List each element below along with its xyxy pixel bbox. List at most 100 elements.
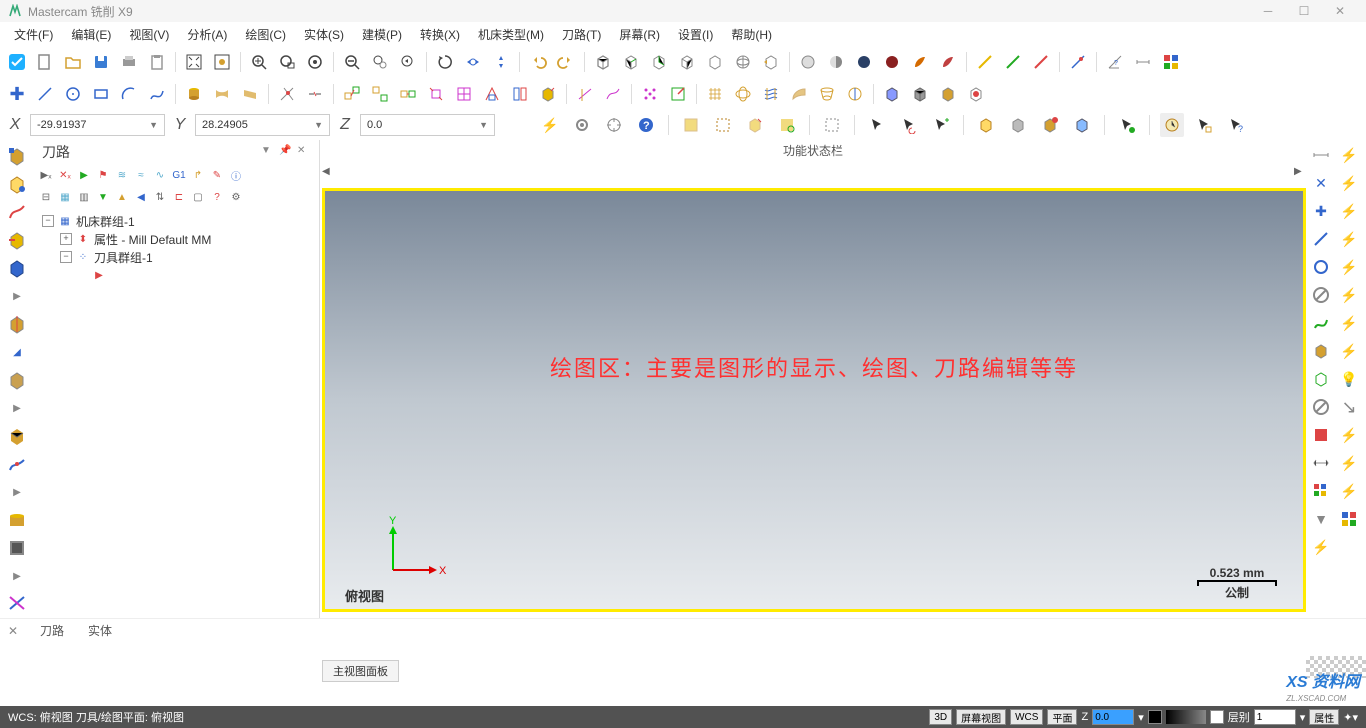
zoom-out-2-icon[interactable] bbox=[368, 50, 392, 74]
rt-circ-icon[interactable] bbox=[1308, 254, 1334, 280]
xform-1-icon[interactable] bbox=[340, 82, 364, 106]
xform-8-icon[interactable] bbox=[536, 82, 560, 106]
xform-3-icon[interactable] bbox=[396, 82, 420, 106]
expander-icon[interactable]: − bbox=[60, 251, 72, 263]
cursor-box-icon[interactable] bbox=[1192, 113, 1216, 137]
cube-2-icon[interactable] bbox=[619, 50, 643, 74]
sb-attr-button[interactable]: 属性 bbox=[1309, 709, 1339, 725]
rt-bolt9-icon[interactable]: ⚡ bbox=[1336, 422, 1362, 448]
expander-icon[interactable]: + bbox=[60, 233, 72, 245]
tt-wave2-icon[interactable]: ≈ bbox=[133, 167, 149, 183]
solid-3-icon[interactable] bbox=[936, 82, 960, 106]
rt-bolt5-icon[interactable]: ⚡ bbox=[1336, 254, 1362, 280]
solid-2-icon[interactable] bbox=[908, 82, 932, 106]
tt-updown-icon[interactable]: ⇅ bbox=[152, 189, 168, 205]
rect-icon[interactable] bbox=[89, 82, 113, 106]
x-input[interactable]: -29.91937▼ bbox=[30, 114, 165, 136]
maximize-button[interactable]: ☐ bbox=[1286, 1, 1322, 21]
tt-doc-icon[interactable]: ▢ bbox=[190, 189, 206, 205]
rt-no2-icon[interactable] bbox=[1308, 394, 1334, 420]
rt-bolt7-icon[interactable]: ⚡ bbox=[1336, 310, 1362, 336]
sb-linestyle[interactable] bbox=[1166, 710, 1206, 724]
lt-arrow-4-icon[interactable]: ▶ bbox=[5, 564, 29, 588]
prev-view-icon[interactable] bbox=[759, 50, 783, 74]
new-icon[interactable] bbox=[33, 50, 57, 74]
expander-icon[interactable]: − bbox=[42, 215, 54, 227]
line-yellow-icon[interactable] bbox=[973, 50, 997, 74]
xform-5-icon[interactable] bbox=[452, 82, 476, 106]
rt-bolt8-icon[interactable]: ⚡ bbox=[1336, 338, 1362, 364]
menu-machine[interactable]: 机床类型(M) bbox=[470, 24, 552, 45]
nav-left-icon[interactable]: ◀ bbox=[322, 166, 332, 176]
panel-dropdown-icon[interactable]: ▼ bbox=[261, 145, 275, 159]
surface-2-icon[interactable] bbox=[238, 82, 262, 106]
cube-1-icon[interactable] bbox=[591, 50, 615, 74]
repaint-icon[interactable] bbox=[210, 50, 234, 74]
rt-bulb-icon[interactable]: 💡 bbox=[1336, 366, 1362, 392]
rt-box-icon[interactable] bbox=[1308, 338, 1334, 364]
lt-3-icon[interactable] bbox=[5, 200, 29, 224]
rt-bolt6-icon[interactable]: ⚡ bbox=[1336, 282, 1362, 308]
undo-icon[interactable] bbox=[526, 50, 550, 74]
exit-icon[interactable] bbox=[666, 82, 690, 106]
minimize-button[interactable]: ─ bbox=[1250, 1, 1286, 21]
menu-view[interactable]: 视图(V) bbox=[121, 24, 177, 45]
revolve-icon[interactable] bbox=[843, 82, 867, 106]
sb-z-input[interactable]: 0.0 bbox=[1092, 709, 1134, 725]
cube-3-icon[interactable] bbox=[647, 50, 671, 74]
solid-4-icon[interactable] bbox=[964, 82, 988, 106]
line-red-icon[interactable] bbox=[1029, 50, 1053, 74]
arc-icon[interactable] bbox=[117, 82, 141, 106]
tabs-close-icon[interactable]: ✕ bbox=[8, 624, 24, 638]
menu-model[interactable]: 建模(P) bbox=[354, 24, 410, 45]
edit-line-icon[interactable] bbox=[1066, 50, 1090, 74]
tree-group[interactable]: − ⁘ 刀具群组-1 bbox=[42, 248, 311, 266]
lt-13-icon[interactable] bbox=[5, 592, 29, 616]
menu-help[interactable]: 帮助(H) bbox=[723, 24, 780, 45]
rt-x-icon[interactable]: ✕ bbox=[1308, 170, 1334, 196]
lt-arrow-3-icon[interactable]: ▶ bbox=[5, 480, 29, 504]
shade-dark-icon[interactable] bbox=[852, 50, 876, 74]
tt-flag-icon[interactable]: ⚑ bbox=[95, 167, 111, 183]
dynamic-icon[interactable] bbox=[489, 50, 513, 74]
canvas-area[interactable]: 功能状态栏 ◀ ▶ 绘图区：主要是图形的显示、绘图、刀路编辑等等 Y X 0.5… bbox=[320, 140, 1306, 618]
sb-star-icon[interactable]: ✦▾ bbox=[1343, 711, 1358, 724]
clipboard-icon[interactable] bbox=[145, 50, 169, 74]
cube-5-icon[interactable] bbox=[703, 50, 727, 74]
net-surf-icon[interactable] bbox=[759, 82, 783, 106]
close-button[interactable]: ✕ bbox=[1322, 1, 1358, 21]
lt-6-icon[interactable] bbox=[5, 312, 29, 336]
cursor-green-icon[interactable] bbox=[1115, 113, 1139, 137]
break-icon[interactable] bbox=[303, 82, 327, 106]
sel-rect-icon[interactable] bbox=[820, 113, 844, 137]
xform-7-icon[interactable] bbox=[508, 82, 532, 106]
cursor-undo-icon[interactable] bbox=[897, 113, 921, 137]
panel-close-icon[interactable]: ✕ bbox=[297, 145, 311, 159]
zoom-target-icon[interactable] bbox=[303, 50, 327, 74]
sb-3d-button[interactable]: 3D bbox=[929, 709, 952, 725]
rt-down-icon[interactable]: ▼ bbox=[1308, 506, 1334, 532]
rt-bolt10-icon[interactable]: ⚡ bbox=[1336, 450, 1362, 476]
menu-file[interactable]: 文件(F) bbox=[6, 24, 61, 45]
view-panel-tab[interactable]: 主视图面板 bbox=[322, 660, 399, 682]
help-icon[interactable]: ? bbox=[634, 113, 658, 137]
rt-plus-icon[interactable]: ✚ bbox=[1308, 198, 1334, 224]
rt-grid-icon[interactable] bbox=[1308, 478, 1334, 504]
trim-icon[interactable] bbox=[275, 82, 299, 106]
tt-up-icon[interactable]: ▲ bbox=[114, 189, 130, 205]
lt-arrow-1-icon[interactable]: ▶ bbox=[5, 284, 29, 308]
tt-branch-icon[interactable]: ↱ bbox=[190, 167, 206, 183]
grid-sphere-icon[interactable] bbox=[731, 82, 755, 106]
dim-angle-icon[interactable]: ? bbox=[1103, 50, 1127, 74]
lt-1-icon[interactable] bbox=[5, 144, 29, 168]
grid-plane-icon[interactable] bbox=[703, 82, 727, 106]
rt-dim-icon[interactable] bbox=[1308, 142, 1334, 168]
cursor-q-icon[interactable]: ? bbox=[1224, 113, 1248, 137]
sb-plane-button[interactable]: 平面 bbox=[1047, 709, 1077, 725]
fit-icon[interactable] bbox=[182, 50, 206, 74]
tt-tree-icon[interactable]: ⊟ bbox=[38, 189, 54, 205]
tt-play-icon[interactable]: ▶ bbox=[76, 167, 92, 183]
menu-toolpath[interactable]: 刀路(T) bbox=[554, 24, 609, 45]
tt-info-icon[interactable]: ⓘ bbox=[228, 167, 244, 183]
lt-8-icon[interactable] bbox=[5, 368, 29, 392]
